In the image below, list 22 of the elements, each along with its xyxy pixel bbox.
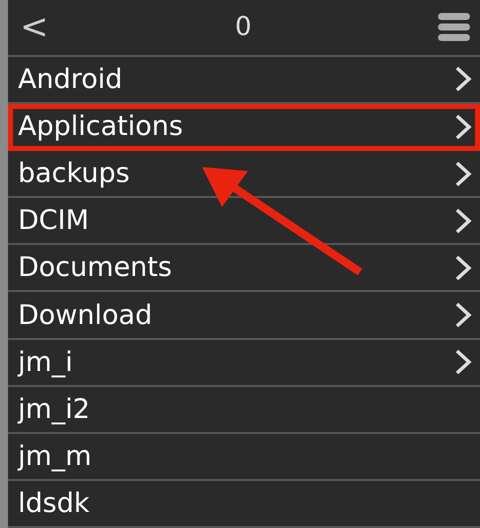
- folder-row[interactable]: jm_i2: [8, 386, 480, 434]
- folder-name: jm_i2: [18, 394, 90, 425]
- folder-row[interactable]: jm_i: [8, 340, 480, 387]
- folder-name: Applications: [18, 111, 183, 142]
- folder-row[interactable]: jm_m: [8, 434, 480, 481]
- folder-row[interactable]: Download: [8, 292, 480, 340]
- folder-row[interactable]: DCIM: [8, 198, 480, 246]
- folder-row[interactable]: Documents: [8, 245, 480, 292]
- menu-icon[interactable]: [438, 12, 470, 42]
- screen-title: 0: [234, 12, 252, 42]
- folder-name: DCIM: [18, 205, 89, 236]
- highlighted-folder-row[interactable]: Applications: [8, 104, 480, 152]
- folder-name: backups: [18, 158, 130, 190]
- back-button[interactable]: <: [20, 7, 48, 48]
- folder-name: jm_m: [18, 440, 92, 472]
- folder-name: Download: [18, 300, 152, 331]
- folder-row[interactable]: ldsdk: [8, 480, 480, 528]
- folder-name: Android: [18, 64, 122, 95]
- folder-name: ldsdk: [18, 488, 90, 519]
- folder-name: Documents: [18, 252, 172, 284]
- folder-name: jm_i: [18, 346, 73, 378]
- folder-row[interactable]: Android: [8, 56, 480, 104]
